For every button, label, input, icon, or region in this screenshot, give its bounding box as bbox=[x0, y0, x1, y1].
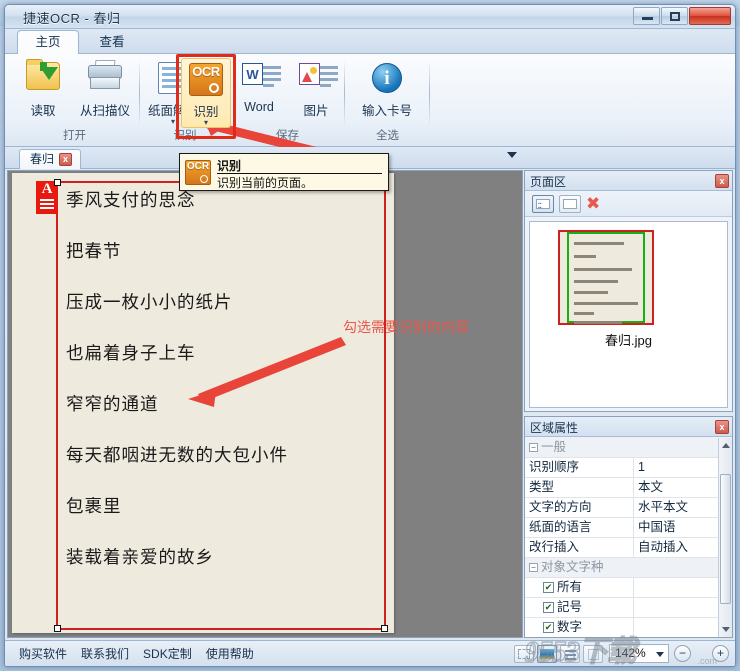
ribbon-group-open-label: 打开 bbox=[63, 130, 86, 142]
property-row[interactable]: 改行插入 自动插入 bbox=[525, 538, 732, 558]
property-group-label: 一般 bbox=[541, 440, 567, 454]
property-row[interactable]: 类型 本文 bbox=[525, 478, 732, 498]
ribbon-group-save-label: 保存 bbox=[276, 130, 299, 142]
status-link-buy[interactable]: 购买软件 bbox=[19, 645, 67, 662]
property-checkbox-row[interactable]: ✔ 記号 bbox=[525, 598, 732, 618]
chevron-down-icon[interactable]: ▾ bbox=[182, 119, 230, 127]
property-group-label: 对象文字种 bbox=[541, 560, 604, 574]
ocr-button-tooltip: OCR 识别 识别当前的页面。 bbox=[179, 153, 389, 191]
properties-panel: 区域属性 x − 一般 识别顺序 1 类型 本文 文字的方向 水平本文 纸面的语… bbox=[524, 416, 733, 638]
document-tab-close-icon[interactable]: x bbox=[59, 153, 73, 166]
ribbon-tab-view[interactable]: 查看 bbox=[81, 31, 143, 55]
enter-card-number-button[interactable]: i 输入卡号 bbox=[352, 58, 422, 124]
application-window: 捷速OCR - 春归 主页 查看 读取 从扫描仪 打开 纸面解析 ▾ 识别 OC… bbox=[4, 4, 736, 667]
properties-panel-header: 区域属性 x bbox=[525, 417, 732, 437]
zoom-level-value: 142% bbox=[615, 646, 646, 660]
page-view-button[interactable] bbox=[559, 194, 581, 213]
title-bar: 捷速OCR - 春归 bbox=[5, 5, 735, 29]
ribbon-tab-bar: 主页 查看 bbox=[5, 29, 735, 55]
tooltip-body: 识别当前的页面。 bbox=[217, 176, 314, 190]
thumbnail-view-button[interactable]: ▪▪ ▪▪ bbox=[532, 194, 554, 213]
properties-panel-title: 区域属性 bbox=[530, 421, 579, 435]
properties-grid: − 一般 识别顺序 1 类型 本文 文字的方向 水平本文 纸面的语言 中国语 改… bbox=[525, 438, 732, 637]
page-thumbnail-label: 春归.jpg bbox=[605, 333, 652, 348]
save-image-button[interactable]: 图片 bbox=[288, 58, 344, 124]
image-icon bbox=[288, 60, 344, 98]
checkbox-icon[interactable]: ✔ bbox=[543, 622, 554, 633]
property-row[interactable]: 纸面的语言 中国语 bbox=[525, 518, 732, 538]
window-title: 捷速OCR - 春归 bbox=[23, 11, 121, 26]
checkbox-icon[interactable]: ✔ bbox=[543, 582, 554, 593]
resize-handle-br[interactable] bbox=[381, 625, 388, 632]
document-page: 季风支付的思念 把春节 压成一枚小小的纸片 也扁着身子上车 窄窄的通道 每天都咽… bbox=[12, 173, 394, 633]
ribbon-tab-home[interactable]: 主页 bbox=[17, 30, 79, 55]
folder-open-icon bbox=[13, 59, 73, 98]
document-viewer[interactable]: 季风支付的思念 把春节 压成一枚小小的纸片 也扁着身子上车 窄窄的通道 每天都咽… bbox=[7, 170, 523, 638]
window-controls bbox=[633, 7, 731, 25]
resize-handle-tl[interactable] bbox=[54, 179, 61, 186]
property-row[interactable]: 文字的方向 水平本文 bbox=[525, 498, 732, 518]
ribbon-group-selectall: i 输入卡号 全选 bbox=[345, 56, 430, 145]
status-link-help[interactable]: 使用帮助 bbox=[206, 645, 254, 662]
page-panel: 页面区 x ▪▪ ▪▪ ✖ 春归.jpg bbox=[524, 170, 733, 412]
zoom-level-select[interactable]: 142% bbox=[609, 644, 669, 663]
ocr-selection-region[interactable]: A bbox=[36, 179, 388, 632]
main-area: 季风支付的思念 把春节 压成一枚小小的纸片 也扁着身子上车 窄窄的通道 每天都咽… bbox=[5, 169, 735, 642]
chevron-down-icon[interactable] bbox=[656, 652, 664, 657]
page-thumbnail[interactable] bbox=[558, 230, 654, 325]
view-mode-buttons bbox=[514, 644, 603, 663]
page-thumbnail-area[interactable]: 春归.jpg bbox=[529, 221, 728, 408]
scan-button[interactable]: 从扫描仪 bbox=[75, 58, 135, 124]
document-tab-label: 春归 bbox=[30, 152, 55, 166]
ribbon: 读取 从扫描仪 打开 纸面解析 ▾ 识别 OCR 识别 ▾ W Word 图片 … bbox=[5, 54, 735, 176]
status-link-contact[interactable]: 联系我们 bbox=[81, 645, 129, 662]
zoom-in-button[interactable]: + bbox=[712, 645, 729, 662]
ribbon-group-selectall-label: 全选 bbox=[376, 130, 399, 142]
ocr-recognize-button[interactable]: OCR 识别 ▾ bbox=[181, 58, 231, 128]
ocr-icon: OCR bbox=[182, 61, 230, 99]
scanner-icon bbox=[75, 60, 135, 98]
page-panel-header: 页面区 x bbox=[525, 171, 732, 191]
view-mode-split[interactable] bbox=[583, 644, 603, 663]
resize-handle-bl[interactable] bbox=[54, 625, 61, 632]
scroll-down-icon[interactable] bbox=[722, 627, 730, 632]
page-panel-toolbar: ▪▪ ▪▪ ✖ bbox=[525, 191, 732, 217]
property-group-general[interactable]: − 一般 bbox=[525, 438, 732, 458]
page-panel-close-icon[interactable]: x bbox=[715, 174, 729, 188]
ribbon-group-recognize-label: 识别 bbox=[173, 130, 197, 142]
scroll-up-icon[interactable] bbox=[722, 443, 730, 448]
ribbon-group-save: W Word 图片 保存 bbox=[230, 56, 345, 145]
tooltip-title: 识别 bbox=[217, 159, 242, 173]
view-mode-select[interactable] bbox=[514, 644, 534, 663]
right-panel-column: 页面区 x ▪▪ ▪▪ ✖ 春归.jpg 区域属性 x − 一般 识别顺序 1 … bbox=[524, 170, 733, 638]
property-checkbox-row[interactable]: ✔ 数字 bbox=[525, 618, 732, 637]
view-mode-image[interactable] bbox=[537, 644, 557, 663]
page-panel-title: 页面区 bbox=[530, 175, 567, 189]
view-mode-text[interactable] bbox=[560, 644, 580, 663]
collapse-toggle-icon[interactable]: − bbox=[529, 443, 538, 452]
maximize-button[interactable] bbox=[661, 7, 688, 25]
property-checkbox-row[interactable]: ✔ 所有 bbox=[525, 578, 732, 598]
ocr-icon: OCR bbox=[185, 160, 211, 185]
checkbox-icon[interactable]: ✔ bbox=[543, 602, 554, 613]
read-button[interactable]: 读取 bbox=[13, 58, 73, 124]
properties-scrollbar[interactable] bbox=[718, 438, 732, 637]
document-tab-dropdown-icon[interactable] bbox=[507, 152, 517, 158]
word-icon: W bbox=[230, 60, 288, 98]
properties-panel-close-icon[interactable]: x bbox=[715, 420, 729, 434]
status-link-sdk[interactable]: SDK定制 bbox=[143, 645, 192, 662]
save-word-button[interactable]: W Word bbox=[230, 58, 288, 124]
ribbon-group-open: 读取 从扫描仪 打开 bbox=[9, 56, 140, 145]
minimize-button[interactable] bbox=[633, 7, 660, 25]
collapse-toggle-icon[interactable]: − bbox=[529, 563, 538, 572]
close-button[interactable] bbox=[689, 7, 731, 25]
document-tab-chungui[interactable]: 春归 x bbox=[19, 149, 82, 169]
zoom-out-button[interactable]: − bbox=[674, 645, 691, 662]
property-row[interactable]: 识别顺序 1 bbox=[525, 458, 732, 478]
info-icon: i bbox=[352, 60, 422, 98]
property-group-chartypes[interactable]: − 对象文字种 bbox=[525, 558, 732, 578]
scrollbar-thumb[interactable] bbox=[720, 474, 731, 604]
delete-x-icon[interactable]: ✖ bbox=[586, 194, 600, 213]
status-bar: 购买软件 联系我们 SDK定制 使用帮助 142% − + 9553下载 .co… bbox=[5, 635, 735, 666]
